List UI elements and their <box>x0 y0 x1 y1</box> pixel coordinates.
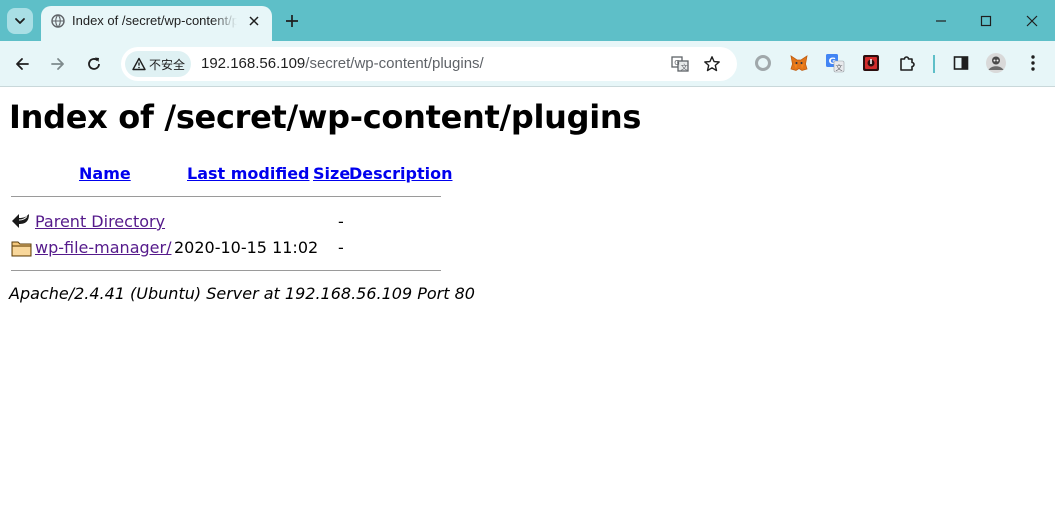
footer-divider <box>11 270 441 271</box>
extension-metamask[interactable] <box>788 52 810 74</box>
row-size: - <box>338 212 344 231</box>
translate-icon: G文 <box>671 56 689 72</box>
tab-search-button[interactable] <box>7 8 33 34</box>
plus-icon <box>286 15 298 27</box>
svg-text:文: 文 <box>681 63 688 72</box>
window-close-button[interactable] <box>1009 0 1055 41</box>
minimize-icon <box>936 19 946 22</box>
browser-menu-button[interactable] <box>1022 52 1044 74</box>
tab-title: Index of /secret/wp-content/plugins <box>72 13 237 28</box>
red-square-extension-icon <box>863 55 879 71</box>
url-path: /secret/wp-content/plugins/ <box>305 55 484 72</box>
close-icon <box>249 16 259 26</box>
column-header-last-modified[interactable]: Last modified <box>187 164 310 183</box>
maximize-icon <box>980 15 992 26</box>
puzzle-extensions-icon <box>900 56 915 71</box>
page-title: Index of /secret/wp-content/plugins <box>9 98 642 136</box>
extensions-menu-button[interactable] <box>896 52 918 74</box>
back-button[interactable] <box>9 51 35 77</box>
column-header-name[interactable]: Name <box>79 164 131 183</box>
back-arrow-icon <box>12 214 29 228</box>
arrow-left-icon <box>16 58 29 70</box>
side-panel-icon <box>953 56 969 70</box>
close-icon <box>1026 15 1038 26</box>
forward-button[interactable] <box>45 51 71 77</box>
profile-button[interactable] <box>985 52 1007 74</box>
address-bar[interactable]: 不安全 192.168.56.109/secret/wp-content/plu… <box>121 47 737 81</box>
wp-file-manager-link[interactable]: wp-file-manager/ <box>35 238 171 257</box>
svg-text:文: 文 <box>836 63 843 72</box>
column-header-size[interactable]: Size <box>313 164 350 183</box>
server-signature: Apache/2.4.41 (Ubuntu) Server at 192.168… <box>9 284 475 303</box>
maximize-button[interactable] <box>963 0 1009 41</box>
page-content: Index of /secret/wp-content/plugins Name… <box>0 88 1055 527</box>
column-header-description[interactable]: Description <box>349 164 452 183</box>
title-bar: Index of /secret/wp-content/plugins <box>0 0 1055 41</box>
globe-icon <box>51 14 65 28</box>
kebab-menu-icon <box>1031 55 1035 71</box>
minimize-button[interactable] <box>918 0 964 41</box>
bookmark-button[interactable] <box>701 53 723 75</box>
header-divider <box>11 196 441 197</box>
extension-circle[interactable] <box>752 52 774 74</box>
chevron-down-icon <box>15 18 25 24</box>
arrow-right-icon <box>51 58 64 70</box>
active-tab[interactable]: Index of /secret/wp-content/plugins <box>41 6 272 41</box>
reload-icon <box>88 57 100 70</box>
translate-button[interactable]: G文 <box>669 53 691 75</box>
security-label: 不安全 <box>149 57 186 72</box>
toolbar-separator <box>933 55 935 73</box>
browser-toolbar: 不安全 192.168.56.109/secret/wp-content/plu… <box>0 41 1055 87</box>
google-translate-extension-icon: G文 <box>826 54 845 73</box>
url-text[interactable]: 192.168.56.109/secret/wp-content/plugins… <box>201 55 484 72</box>
avatar-icon <box>986 53 1006 73</box>
circle-extension-icon <box>755 55 771 71</box>
tab-close-button[interactable] <box>246 13 262 29</box>
reload-button[interactable] <box>81 51 107 77</box>
svg-text:G: G <box>674 59 679 67</box>
warning-triangle-icon <box>132 57 146 71</box>
star-icon <box>704 56 720 72</box>
extension-red-square[interactable] <box>860 52 882 74</box>
url-host: 192.168.56.109 <box>201 55 306 72</box>
security-indicator[interactable]: 不安全 <box>125 51 191 77</box>
row-size: - <box>338 238 344 257</box>
side-panel-button[interactable] <box>950 52 972 74</box>
metamask-fox-icon <box>790 55 808 71</box>
extension-google-translate[interactable]: G文 <box>824 52 846 74</box>
folder-icon <box>11 241 32 257</box>
new-tab-button[interactable] <box>282 11 302 31</box>
parent-directory-link[interactable]: Parent Directory <box>35 212 165 231</box>
row-last-modified: 2020-10-15 11:02 <box>174 238 319 257</box>
